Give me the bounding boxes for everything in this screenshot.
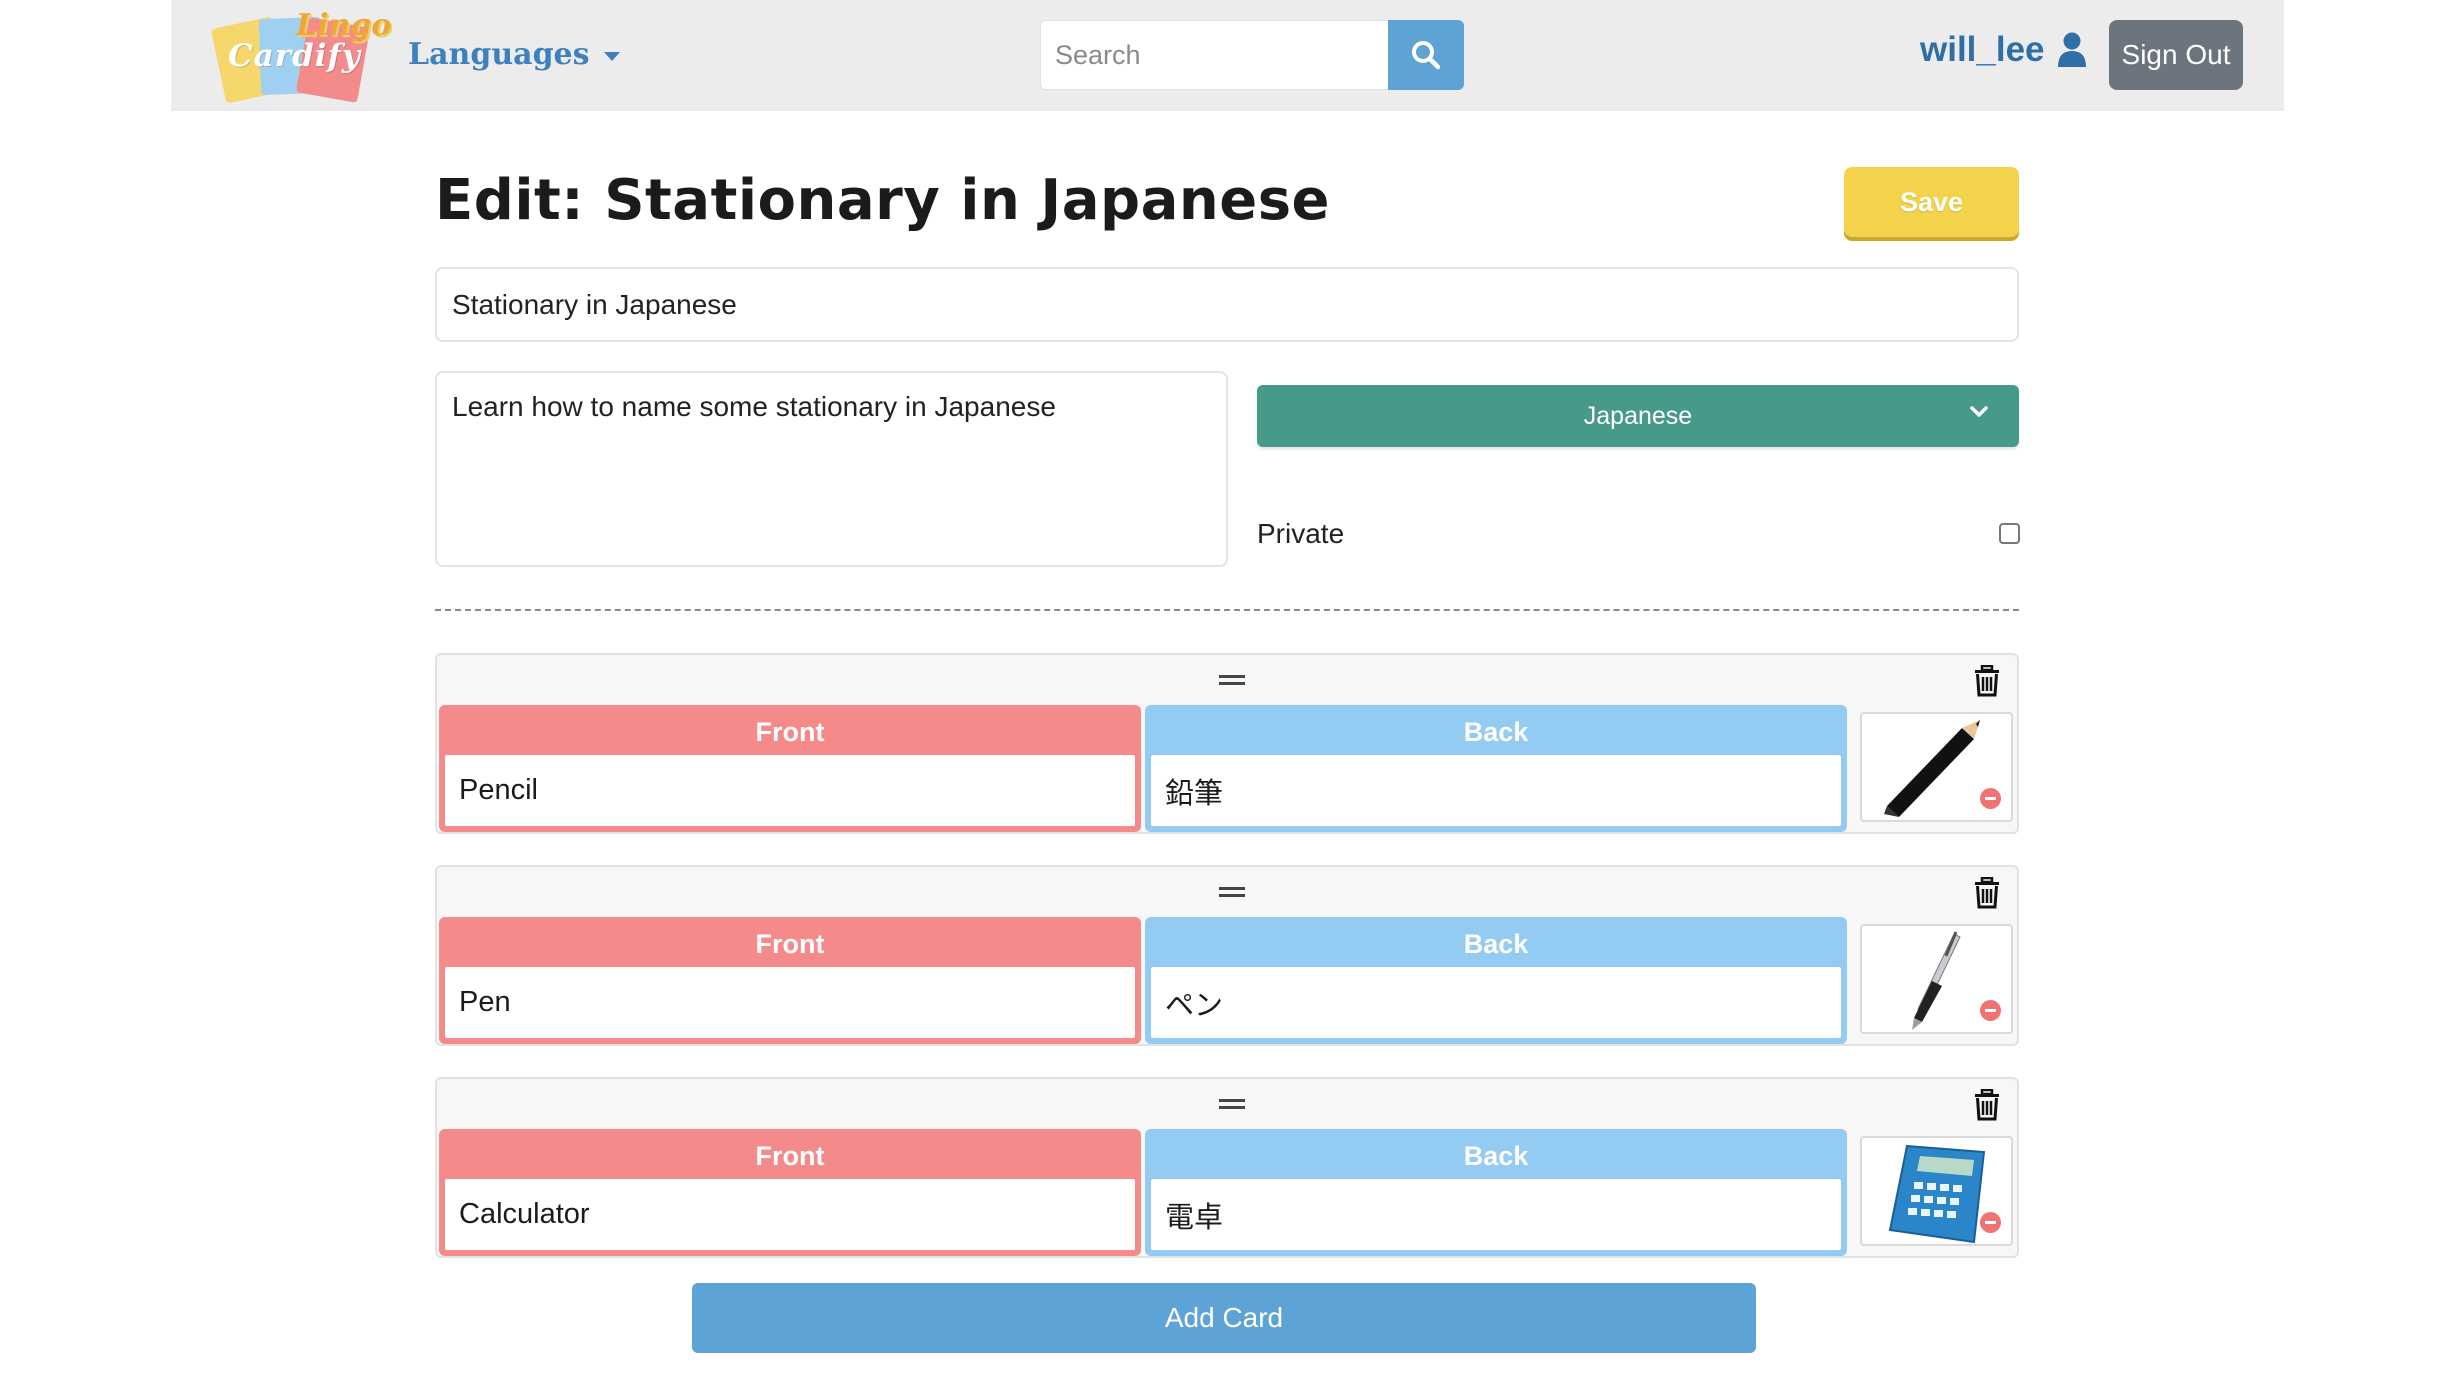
remove-image-button[interactable]: [1980, 1000, 2001, 1021]
private-checkbox[interactable]: [1999, 523, 2020, 544]
chevron-down-icon: [1970, 406, 1988, 417]
remove-image-button[interactable]: [1980, 1212, 2001, 1233]
caret-down-icon: [603, 52, 620, 61]
card-back: Back 鉛筆: [1145, 705, 1847, 832]
card-back: Back 電卓: [1145, 1129, 1847, 1256]
front-label: Front: [755, 716, 825, 747]
sign-out-button[interactable]: Sign Out: [2109, 20, 2243, 90]
trash-icon[interactable]: [1973, 877, 2001, 909]
front-label: Front: [755, 1140, 825, 1171]
user-profile-link[interactable]: will_lee: [1920, 30, 2087, 70]
section-divider: [435, 609, 2019, 611]
search-button[interactable]: [1388, 20, 1464, 90]
language-select[interactable]: Japanese: [1257, 385, 2019, 447]
save-button[interactable]: Save: [1844, 167, 2019, 237]
card-front: Front Pencil: [439, 705, 1141, 832]
card-row: Front Calculator Back 電卓: [435, 1077, 2019, 1258]
edit-deck-page: Cardify Lingo Languages will_lee Sign O: [0, 0, 2448, 1377]
card-image[interactable]: [1860, 924, 2013, 1034]
logo-text-main: Cardify: [228, 38, 361, 74]
card-front: Front Calculator: [439, 1129, 1141, 1256]
languages-label: Languages: [408, 37, 590, 72]
languages-dropdown[interactable]: Languages: [408, 37, 620, 72]
back-input[interactable]: ペン: [1151, 967, 1841, 1038]
cardify-lingo-logo[interactable]: Cardify Lingo: [210, 8, 391, 104]
drag-handle-icon[interactable]: [1219, 675, 1245, 685]
search-input[interactable]: [1040, 20, 1388, 90]
search-bar: [1040, 20, 1464, 90]
drag-handle-icon[interactable]: [1219, 887, 1245, 897]
trash-icon[interactable]: [1973, 1089, 2001, 1121]
back-label: Back: [1463, 928, 1529, 959]
card-front: Front Pen: [439, 917, 1141, 1044]
page-title: Edit: Stationary in Japanese: [435, 168, 1331, 233]
navbar: Cardify Lingo Languages will_lee Sign O: [171, 0, 2284, 111]
deck-description-input[interactable]: Learn how to name some stationary in Jap…: [435, 371, 1228, 567]
private-label: Private: [1257, 518, 1345, 549]
back-label: Back: [1463, 1140, 1529, 1171]
front-input[interactable]: Pen: [445, 967, 1135, 1038]
card-image[interactable]: [1860, 1136, 2013, 1246]
front-label: Front: [755, 928, 825, 959]
drag-handle-icon[interactable]: [1219, 1099, 1245, 1109]
card-row: Front Pencil Back 鉛筆: [435, 653, 2019, 834]
back-input[interactable]: 鉛筆: [1151, 755, 1841, 826]
user-icon: [2057, 32, 2086, 67]
remove-image-button[interactable]: [1980, 788, 2001, 809]
trash-icon[interactable]: [1973, 665, 2001, 697]
deck-name-input[interactable]: [435, 267, 2019, 342]
search-icon: [1412, 41, 1441, 70]
back-input[interactable]: 電卓: [1151, 1179, 1841, 1250]
back-label: Back: [1463, 716, 1529, 747]
card-back: Back ペン: [1145, 917, 1847, 1044]
language-select-value: Japanese: [1583, 401, 1693, 430]
logo-text-accent: Lingo: [296, 8, 392, 43]
front-input[interactable]: Pencil: [445, 755, 1135, 826]
card-row: Front Pen Back ペン: [435, 865, 2019, 1046]
card-image[interactable]: [1860, 712, 2013, 822]
add-card-button[interactable]: Add Card: [692, 1283, 1756, 1353]
username: will_lee: [1920, 30, 2045, 69]
front-input[interactable]: Calculator: [445, 1179, 1135, 1250]
